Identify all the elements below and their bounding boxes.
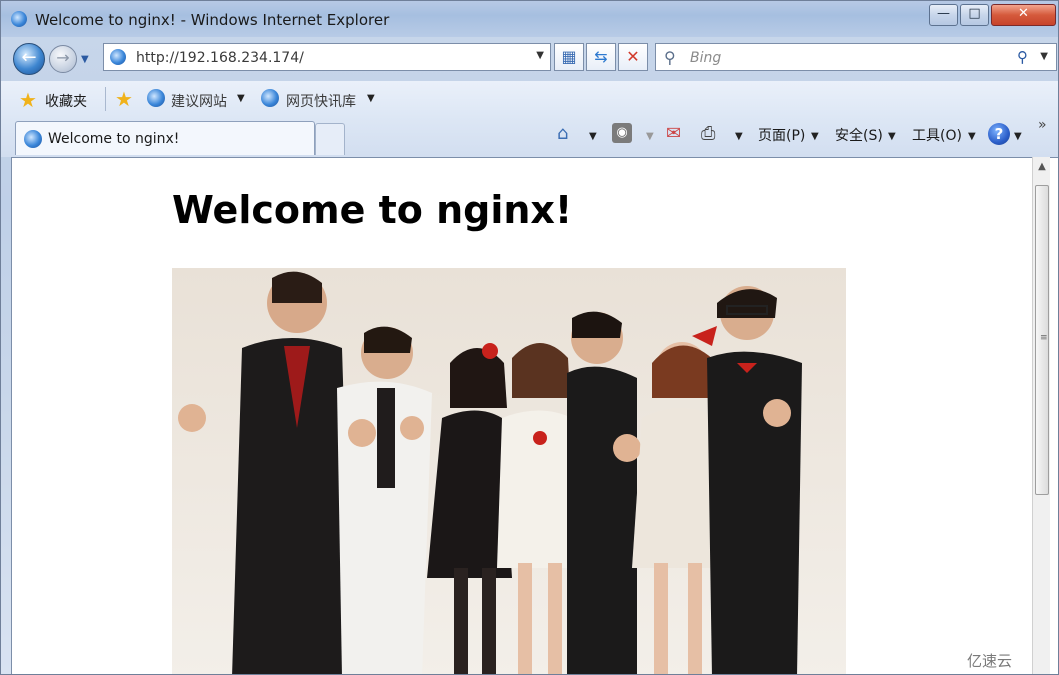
- favorites-separator: [105, 87, 106, 111]
- toolbar-overflow-chevron-icon[interactable]: »: [1038, 117, 1047, 133]
- scrollbar-thumb[interactable]: ≡: [1035, 185, 1049, 495]
- tools-menu[interactable]: 工具(O): [912, 125, 962, 145]
- compatibility-view-icon: ▦: [561, 47, 577, 66]
- ie-logo-icon: [11, 11, 27, 27]
- print-icon[interactable]: ⎙: [701, 123, 715, 144]
- page-content: Welcome to nginx!: [11, 157, 1058, 674]
- scrollbar-grip-icon: ≡: [1040, 333, 1048, 343]
- page-menu-dropdown-icon[interactable]: ▼: [811, 131, 819, 142]
- tools-menu-dropdown-icon[interactable]: ▼: [968, 131, 976, 142]
- page-heading: Welcome to nginx!: [172, 188, 573, 232]
- search-options-dropdown-icon[interactable]: ▼: [1040, 51, 1048, 62]
- maximize-button[interactable]: □: [960, 4, 989, 26]
- safety-menu[interactable]: 安全(S): [835, 125, 883, 145]
- address-dropdown-icon[interactable]: ▼: [536, 50, 544, 61]
- add-to-favorites-icon[interactable]: ★: [115, 87, 133, 111]
- search-icon[interactable]: ⚲: [1017, 48, 1028, 66]
- tab-favicon-icon: [24, 130, 42, 148]
- refresh-icon: ⇆: [594, 47, 608, 66]
- web-slice-gallery-icon: [261, 89, 279, 107]
- page-favicon-icon: [110, 49, 126, 65]
- tab-label: Welcome to nginx!: [48, 131, 180, 147]
- compatibility-view-button[interactable]: ▦: [554, 43, 584, 71]
- vertical-scrollbar[interactable]: ▲ ≡: [1032, 157, 1051, 674]
- suggested-sites-link[interactable]: 建议网站: [171, 91, 227, 111]
- title-bar: Welcome to nginx! - Windows Internet Exp…: [1, 1, 1058, 37]
- help-icon[interactable]: ?: [988, 123, 1010, 145]
- web-slice-gallery-dropdown-icon[interactable]: ▼: [367, 93, 375, 104]
- browser-window: Welcome to nginx! - Windows Internet Exp…: [0, 0, 1059, 675]
- minimize-button[interactable]: —: [929, 4, 958, 26]
- search-box[interactable]: ⚲ Bing ⚲ ▼: [655, 43, 1057, 71]
- tab-welcome[interactable]: Welcome to nginx!: [15, 121, 315, 155]
- minimize-icon: —: [937, 6, 950, 21]
- maximize-icon: □: [968, 6, 981, 21]
- close-icon: ✕: [1018, 6, 1029, 21]
- search-provider-icon: ⚲: [664, 48, 676, 67]
- navigation-bar: ← → ▼ http://192.168.234.174/ ▼ ▦ ⇆ ✕ ⚲ …: [1, 37, 1058, 79]
- suggested-sites-icon: [147, 89, 165, 107]
- suggested-sites-dropdown-icon[interactable]: ▼: [237, 93, 245, 104]
- mail-icon[interactable]: ✉: [666, 123, 681, 144]
- home-dropdown-icon[interactable]: ▼: [589, 131, 597, 142]
- search-input[interactable]: Bing: [690, 50, 721, 66]
- close-button[interactable]: ✕: [991, 4, 1056, 26]
- stop-icon: ✕: [626, 47, 640, 66]
- refresh-button[interactable]: ⇆: [586, 43, 616, 71]
- forward-button[interactable]: →: [49, 45, 77, 73]
- new-tab-button[interactable]: [315, 123, 345, 155]
- print-dropdown-icon[interactable]: ▼: [735, 131, 743, 142]
- web-slice-gallery-link[interactable]: 网页快讯库: [286, 91, 356, 111]
- window-title: Welcome to nginx! - Windows Internet Exp…: [35, 11, 390, 29]
- home-icon[interactable]: ⌂: [557, 123, 568, 144]
- forward-arrow-icon: →: [56, 48, 70, 67]
- stop-button[interactable]: ✕: [618, 43, 648, 71]
- group-photo-image: [172, 268, 846, 674]
- page-menu[interactable]: 页面(P): [758, 125, 805, 145]
- rss-dropdown-icon[interactable]: ▼: [646, 131, 654, 142]
- back-arrow-icon: ←: [21, 47, 37, 68]
- recent-pages-dropdown[interactable]: ▼: [81, 54, 89, 65]
- scroll-up-arrow-icon[interactable]: ▲: [1033, 161, 1051, 177]
- back-button[interactable]: ←: [13, 43, 45, 75]
- address-input[interactable]: http://192.168.234.174/: [136, 50, 304, 66]
- help-dropdown-icon[interactable]: ▼: [1014, 131, 1022, 142]
- rss-feed-icon[interactable]: ◉: [612, 123, 632, 143]
- favorites-star-icon[interactable]: ★: [19, 88, 37, 112]
- watermark-logo: 亿速云: [967, 652, 1013, 670]
- address-bar[interactable]: http://192.168.234.174/ ▼: [103, 43, 551, 71]
- favorites-button[interactable]: 收藏夹: [45, 91, 87, 111]
- favorites-bar: ★ 收藏夹 ★ 建议网站 ▼ 网页快讯库 ▼: [1, 81, 1058, 117]
- safety-menu-dropdown-icon[interactable]: ▼: [888, 131, 896, 142]
- tab-row: Welcome to nginx! ⌂ ▼ ◉ ▼ ✉ ⎙ ▼ 页面(P) ▼ …: [1, 117, 1058, 157]
